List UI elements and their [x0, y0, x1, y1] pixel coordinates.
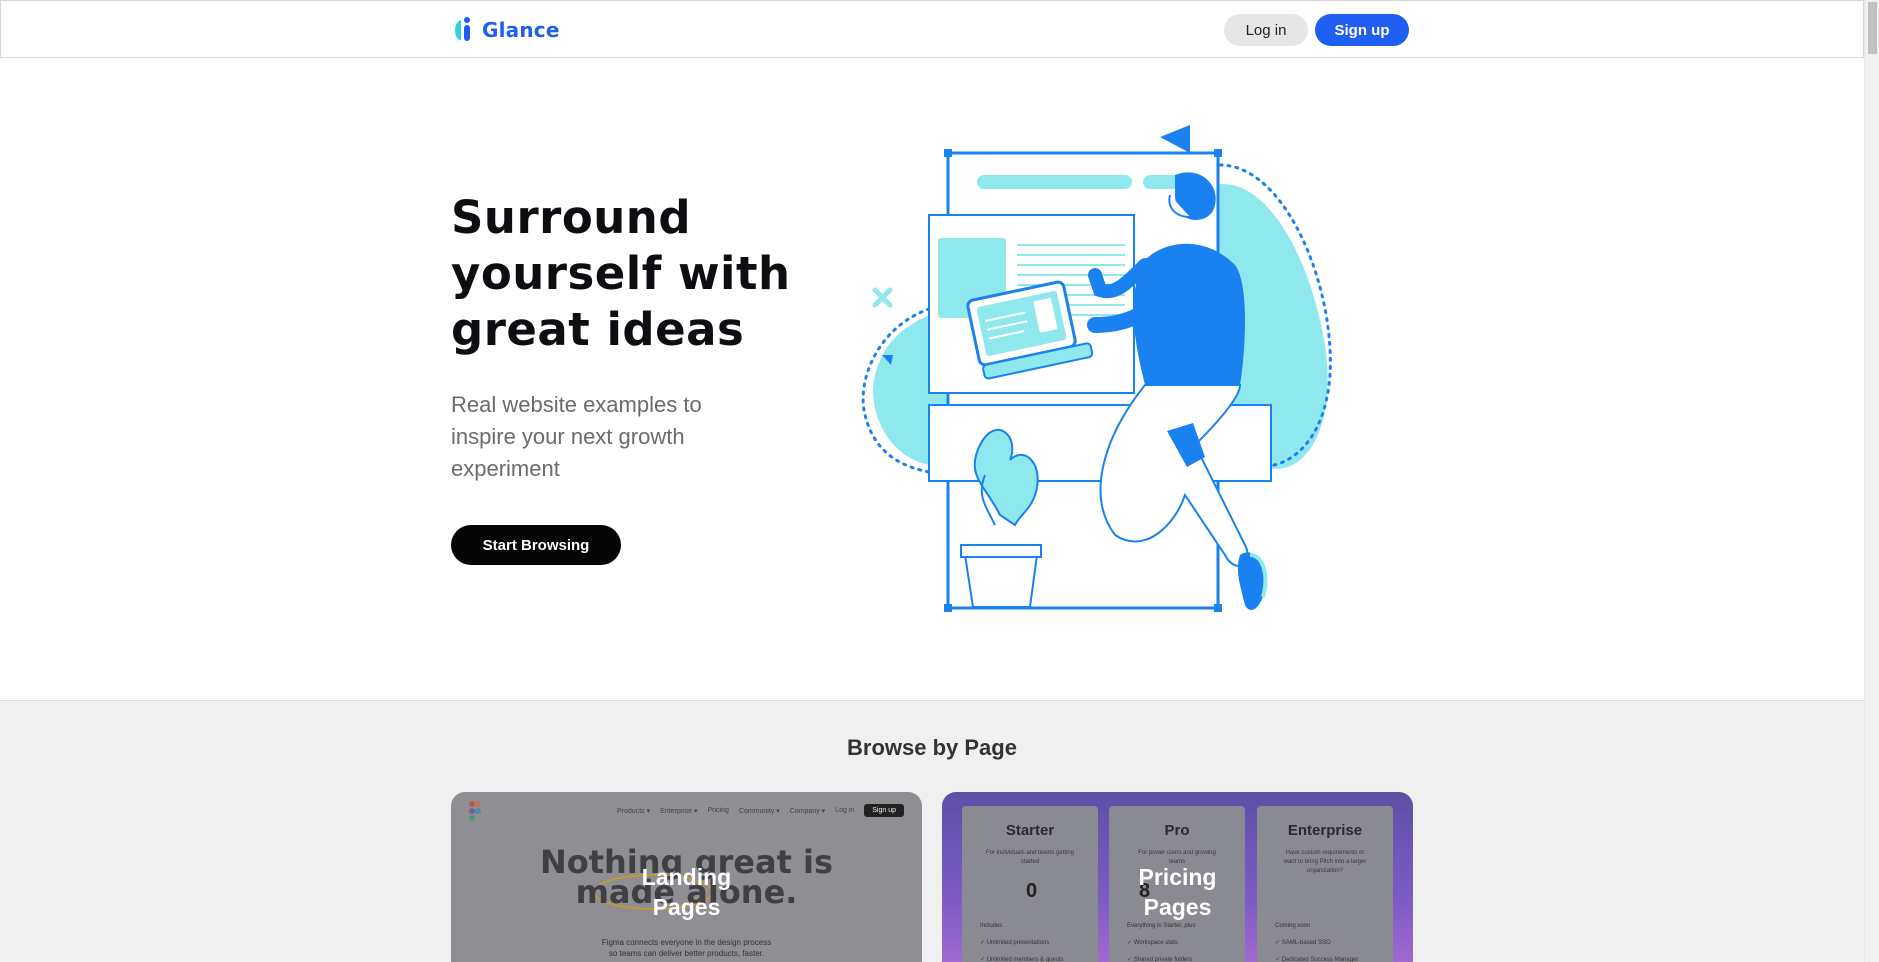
logo-text: Glance — [482, 17, 560, 42]
x-mark-shape — [872, 287, 893, 308]
preview-body-line: Figma connects everyone in the design pr… — [601, 938, 772, 947]
page-scrollbar[interactable] — [1864, 0, 1879, 962]
hero-title: Surround yourself with great ideas — [451, 191, 791, 356]
card-label: Landing Pages — [451, 862, 922, 922]
glance-logo-icon — [455, 17, 470, 41]
login-button[interactable]: Log in — [1224, 14, 1308, 46]
preview-nav-item: Products ▾ — [617, 807, 651, 815]
card-label-line: Landing — [641, 864, 732, 890]
hero-illustration — [861, 125, 1332, 612]
plan-feature: ✓ SAML-based SSO — [1275, 940, 1331, 946]
plan-feature: ✓ Unlimited members & guests — [980, 957, 1064, 962]
start-browsing-button[interactable]: Start Browsing — [451, 525, 621, 565]
preview-nav-item: Pricing — [707, 807, 729, 814]
browse-section: Browse by Page Products ▾ Enterprise ▾ P… — [0, 700, 1864, 962]
plan-features: Includes ✓ Unlimited presentations ✓ Unl… — [980, 918, 1063, 962]
preview-nav: Products ▾ Enterprise ▾ Pricing Communit… — [617, 804, 904, 817]
plan-name: Starter — [1005, 822, 1055, 839]
plan-features: Coming soon ✓ SAML-based SSO ✓ Dedicated… — [1275, 918, 1358, 962]
card-label-line: Pages — [1143, 894, 1212, 920]
plan-features: Everything in Starter, plus ✓ Workspace … — [1127, 918, 1195, 962]
preview-nav-item: Community ▾ — [738, 807, 780, 815]
preview-signup: Sign up — [864, 804, 904, 817]
plan-feature: ✓ Unlimited presentations — [980, 940, 1050, 946]
plan-feature: ✓ Dedicated Success Manager — [1275, 957, 1359, 962]
preview-body: Figma connects everyone in the design pr… — [451, 937, 922, 959]
signup-button[interactable]: Sign up — [1315, 14, 1409, 46]
card-label: Pricing Pages — [942, 862, 1413, 922]
browse-title: Browse by Page — [847, 735, 1017, 760]
landing-pages-card[interactable]: Products ▾ Enterprise ▾ Pricing Communit… — [451, 792, 922, 962]
scrollbar-thumb[interactable] — [1868, 2, 1877, 54]
preview-nav-item: Enterprise ▾ — [660, 807, 698, 815]
plan-feature: ✓ Shared private folders — [1127, 957, 1193, 962]
hero-subtitle: Real website examples to inspire your ne… — [451, 392, 702, 481]
plan-name: Enterprise — [1287, 822, 1363, 839]
pricing-pages-card[interactable]: Starter For individuals and teams gettin… — [942, 792, 1413, 962]
logo[interactable]: Glance — [452, 16, 560, 43]
preview-body-line: so teams can deliver better products, fa… — [608, 949, 765, 958]
card-label-line: Pricing — [1138, 864, 1217, 890]
top-nav-bar: Glance Log in Sign up — [0, 0, 1864, 58]
triangle-top-shape — [1160, 125, 1190, 153]
preview-nav-item: Log in — [835, 807, 855, 814]
plan-name: Pro — [1164, 822, 1190, 839]
preview-nav-item: Company ▾ — [789, 807, 826, 815]
plan-feature: ✓ Workspace stats — [1127, 940, 1178, 946]
card-label-line: Pages — [652, 894, 721, 920]
figma-logo-icon — [469, 801, 481, 821]
